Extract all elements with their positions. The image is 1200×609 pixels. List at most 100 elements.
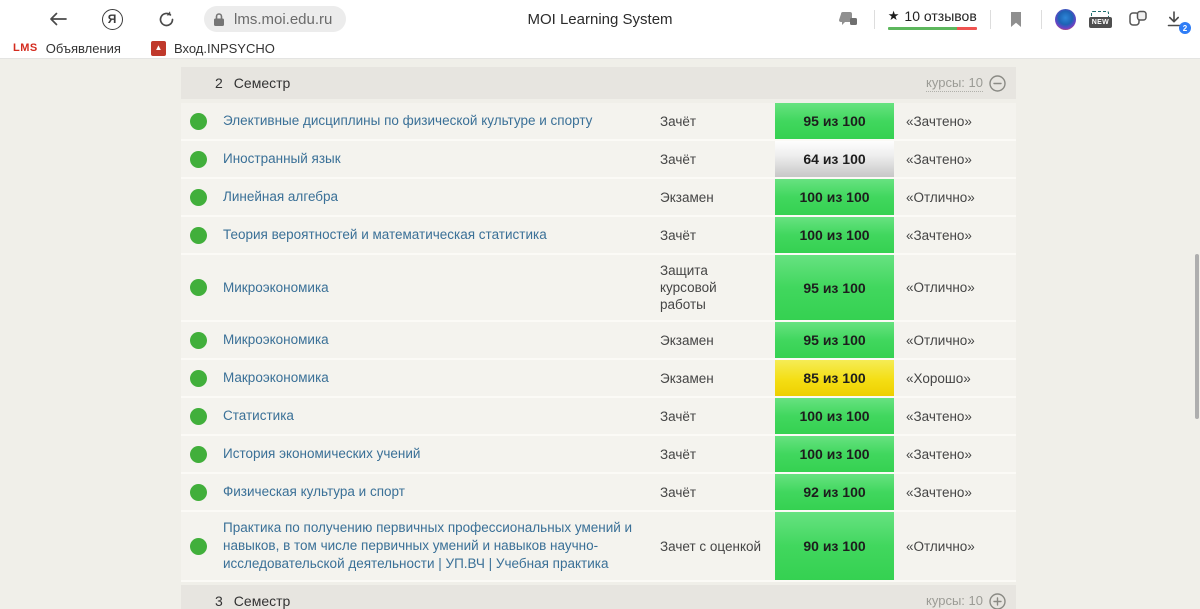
status-cell [181,370,223,387]
grade-label: «Отлично» [894,333,1016,348]
status-cell [181,484,223,501]
course-name-cell: Статистика [223,400,660,432]
table-row: Физическая культура и спорт Зачёт 92 из … [181,474,1016,512]
browser-window: Я lms.moi.edu.ru MOI Learning System ★ 1… [0,0,1200,609]
course-status-dot [190,227,207,244]
vertical-scrollbar[interactable] [1195,254,1199,419]
protect-icon[interactable] [837,7,861,31]
score-box: 95 из 100 [775,103,894,139]
status-cell [181,227,223,244]
course-link[interactable]: Макроэкономика [223,370,329,385]
course-status-dot [190,408,207,425]
assessment-type-label: Зачёт [660,220,775,251]
score-box: 100 из 100 [775,436,894,472]
screenshot-frame-icon [1091,11,1109,17]
courses-count-label: курсы: 10 [926,593,983,609]
bookmark-label: Вход.INPSYCHO [174,41,275,56]
courses-count-label: курсы: 10 [926,75,983,92]
toolbar-divider [874,10,875,29]
course-status-dot [190,113,207,130]
semester-2-header: 2 Семестр курсы: 10 [181,67,1016,99]
assessment-type-label: Зачет с оценкой [660,531,775,562]
site-reviews-button[interactable]: ★ 10 отзывов [888,8,977,30]
assessment-type-label: Экзамен [660,182,775,213]
score-box: 90 из 100 [775,512,894,580]
toolbar-right-icons: ★ 10 отзывов NEW [837,7,1186,31]
rating-bar-negative [957,27,977,30]
url-text: lms.moi.edu.ru [234,11,332,28]
semester-label: Семестр [234,75,291,91]
status-cell [181,151,223,168]
nav-group: Я [46,7,178,31]
course-name-cell: Элективные дисциплины по физической куль… [223,105,660,137]
table-row: Микроэкономика Защита курсовой работы 95… [181,255,1016,322]
status-cell [181,408,223,425]
assessment-type-label: Зачёт [660,439,775,470]
lock-icon [212,12,226,27]
course-status-dot [190,446,207,463]
semester-grades-table: 2 Семестр курсы: 10 Элективные дисциплин… [181,67,1016,609]
course-link[interactable]: Физическая культура и спорт [223,484,405,499]
collapse-semester-control[interactable]: курсы: 10 [926,75,1006,92]
expand-semester-control[interactable]: курсы: 10 [926,593,1006,609]
refresh-icon[interactable] [154,7,178,31]
course-name-cell: Линейная алгебра [223,181,660,213]
course-link[interactable]: Микроэкономика [223,280,329,295]
reviews-rating-bar [888,27,977,30]
score-box: 100 из 100 [775,398,894,434]
bookmark-icon[interactable] [1004,7,1028,31]
table-row: История экономических учений Зачёт 100 и… [181,436,1016,474]
bookmark-label: Объявления [46,41,121,56]
score-box: 95 из 100 [775,322,894,358]
new-badge: NEW [1089,17,1112,28]
course-link[interactable]: Статистика [223,408,294,423]
toolbar-divider [990,10,991,29]
expand-plus-icon[interactable] [989,593,1006,609]
table-row: Статистика Зачёт 100 из 100 «Зачтено» [181,398,1016,436]
course-name-cell: Макроэкономика [223,362,660,394]
course-link[interactable]: Практика по получению первичных професси… [223,520,632,571]
extension-orb-icon[interactable] [1055,9,1076,30]
table-row: Элективные дисциплины по физической куль… [181,103,1016,141]
reviews-count-label: 10 отзывов [904,8,976,24]
table-row: Линейная алгебра Экзамен 100 из 100 «Отл… [181,179,1016,217]
downloads-icon[interactable]: 2 [1162,7,1186,31]
course-name-cell: Физическая культура и спорт [223,476,660,508]
yandex-home-icon[interactable]: Я [100,7,124,31]
bookmarks-bar: LMS Объявления ▲ Вход.INPSYCHO [0,38,1200,59]
new-extension-icon[interactable]: NEW [1089,11,1112,28]
table-row: Макроэкономика Экзамен 85 из 100 «Хорошо… [181,360,1016,398]
status-cell [181,113,223,130]
bookmark-item-inpsycho[interactable]: ▲ Вход.INPSYCHO [151,41,275,56]
assessment-type-label: Зачёт [660,401,775,432]
collections-icon[interactable] [1125,7,1149,31]
grade-label: «Зачтено» [894,447,1016,462]
course-link[interactable]: История экономических учений [223,446,420,461]
course-status-dot [190,538,207,555]
collapse-minus-icon[interactable] [989,75,1006,92]
table-row: Теория вероятностей и математическая ста… [181,217,1016,255]
course-link[interactable]: Линейная алгебра [223,189,338,204]
back-icon[interactable] [46,7,70,31]
course-status-dot [190,332,207,349]
grade-label: «Зачтено» [894,485,1016,500]
table-row: Иностранный язык Зачёт 64 из 100 «Зачтен… [181,141,1016,179]
assessment-type-label: Экзамен [660,325,775,356]
course-link[interactable]: Микроэкономика [223,332,329,347]
browser-toolbar: Я lms.moi.edu.ru MOI Learning System ★ 1… [0,0,1200,38]
course-name-cell: Теория вероятностей и математическая ста… [223,219,660,251]
course-name-cell: История экономических учений [223,438,660,470]
course-link[interactable]: Теория вероятностей и математическая ста… [223,227,547,242]
score-box: 85 из 100 [775,360,894,396]
status-cell [181,446,223,463]
status-cell [181,538,223,555]
course-name-cell: Микроэкономика [223,272,660,304]
assessment-type-label: Зачёт [660,477,775,508]
grade-label: «Зачтено» [894,228,1016,243]
score-box: 95 из 100 [775,255,894,320]
address-bar[interactable]: lms.moi.edu.ru [204,6,346,32]
course-link[interactable]: Иностранный язык [223,151,341,166]
score-box: 64 из 100 [775,141,894,177]
bookmark-item-announcements[interactable]: LMS Объявления [13,41,121,56]
course-link[interactable]: Элективные дисциплины по физической куль… [223,113,592,128]
